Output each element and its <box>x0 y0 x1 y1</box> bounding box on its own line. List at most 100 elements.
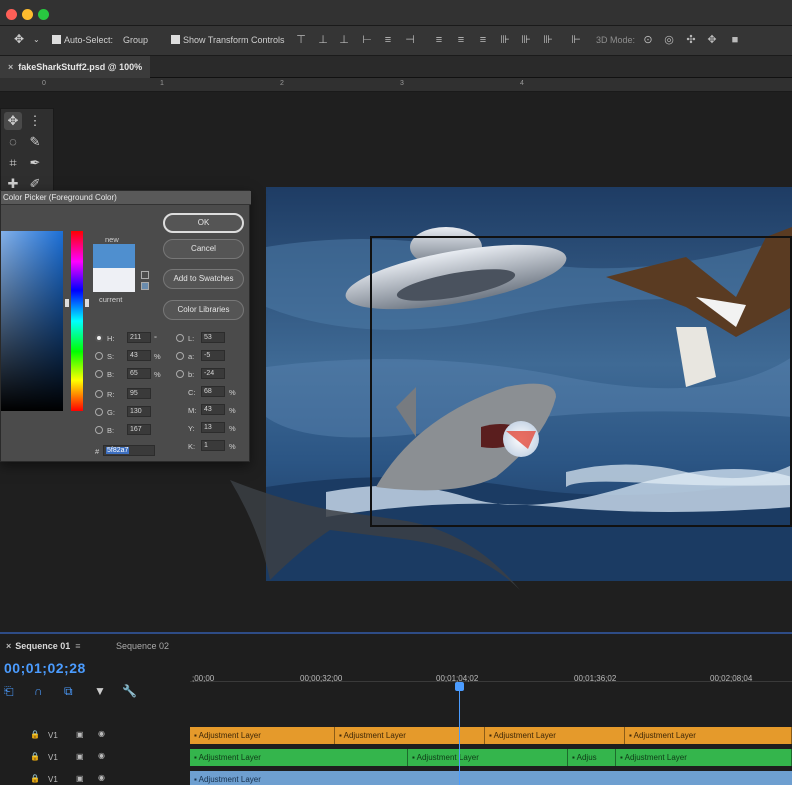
timeline-clip[interactable]: ▪ Adjustment Layer <box>190 771 792 785</box>
marquee-tool-icon[interactable]: ⋮ <box>26 112 44 130</box>
move-tool-icon[interactable]: ✥ <box>14 32 24 46</box>
align-top-icon[interactable]: ⊤ <box>296 34 306 46</box>
lab-b-field[interactable]: -24 <box>201 368 225 379</box>
auto-align-icon[interactable]: ⊩ <box>571 34 581 46</box>
drag-3d-icon[interactable]: ✣ <box>686 34 696 46</box>
tab-sequence-02[interactable]: Sequence 02 <box>116 641 169 651</box>
distribute-vcenter-icon[interactable]: ≡ <box>456 34 466 46</box>
nest-icon[interactable]: ⎗ <box>4 684 14 699</box>
distribute-bottom-icon[interactable]: ≡ <box>478 34 488 46</box>
timeline-clip[interactable]: ▪ Adjustment Layer <box>408 749 568 766</box>
menu-icon[interactable]: ≡ <box>75 641 80 651</box>
distribute-top-icon[interactable]: ≡ <box>434 34 444 46</box>
align-hcenter-icon[interactable]: ≡ <box>383 34 393 46</box>
lab-a-field[interactable]: -5 <box>201 350 225 361</box>
lab-l-radio[interactable] <box>176 334 184 342</box>
orbit-3d-icon[interactable]: ⊙ <box>643 34 653 46</box>
red-field[interactable]: 95 <box>127 388 151 399</box>
black-field[interactable]: 1 <box>201 440 225 451</box>
align-right-icon[interactable]: ⊣ <box>405 34 415 46</box>
magenta-field[interactable]: 43 <box>201 404 225 415</box>
cyan-field[interactable]: 68 <box>201 386 225 397</box>
clip-label: Adjustment Layer <box>624 753 687 762</box>
slide-3d-icon[interactable]: ✥ <box>707 34 717 46</box>
align-bottom-icon[interactable]: ⊥ <box>339 34 349 46</box>
show-transform-checkbox[interactable]: Show Transform Controls <box>171 35 285 45</box>
chevron-down-icon[interactable]: ⌄ <box>33 35 40 44</box>
lock-icon[interactable]: 🔒 <box>30 730 40 739</box>
horizontal-ruler: 0 1 2 3 4 <box>0 78 792 92</box>
snap-icon[interactable]: ∩ <box>34 684 43 698</box>
red-radio[interactable] <box>95 390 103 398</box>
lock-icon[interactable]: 🔒 <box>30 774 40 783</box>
align-vcenter-icon[interactable]: ⊥ <box>318 34 328 46</box>
wrench-icon[interactable]: 🔧 <box>122 684 137 698</box>
timeline-clip[interactable]: ▪ Adjustment Layer <box>485 727 625 744</box>
blue-radio[interactable] <box>95 426 103 434</box>
lock-icon[interactable]: 🔒 <box>30 752 40 761</box>
close-icon[interactable]: × <box>6 641 11 651</box>
brightness-field[interactable]: 65 <box>127 368 151 379</box>
timeline-clip[interactable]: ▪ Adjustment Layer <box>190 749 408 766</box>
saturation-radio[interactable] <box>95 352 103 360</box>
ok-button[interactable]: OK <box>163 213 244 233</box>
timeline-clip[interactable]: ▪ Adjustment Layer <box>335 727 485 744</box>
current-color-swatch[interactable] <box>93 268 135 292</box>
timeline-ruler[interactable]: ;00;00 00;00;32;00 00;01;04;02 00;01;36;… <box>190 662 792 683</box>
sync-lock-icon[interactable]: ▣ <box>76 730 84 739</box>
align-left-icon[interactable]: ⊢ <box>362 34 372 46</box>
hue-field[interactable]: 211 <box>127 332 151 343</box>
distribute-right-icon[interactable]: ⊪ <box>543 34 553 46</box>
lab-l-field[interactable]: 53 <box>201 332 225 343</box>
tab-sequence-01[interactable]: × Sequence 01 ≡ <box>6 641 81 651</box>
brightness-radio[interactable] <box>95 370 103 378</box>
playhead-line[interactable] <box>459 686 460 785</box>
timeline-clip[interactable]: ▪ Adjustment Layer <box>625 727 792 744</box>
auto-select-dropdown[interactable]: Group <box>123 35 148 45</box>
lasso-tool-icon[interactable]: ◌ <box>4 133 22 151</box>
close-window-button[interactable] <box>6 9 17 20</box>
green-radio[interactable] <box>95 408 103 416</box>
auto-select-checkbox[interactable]: Auto-Select: <box>52 35 113 45</box>
hue-slider-right-arrow[interactable] <box>85 299 89 307</box>
eyedropper-tool-icon[interactable]: ✒ <box>26 154 44 172</box>
lab-b-radio[interactable] <box>176 370 184 378</box>
blue-field[interactable]: 167 <box>127 424 151 435</box>
minimize-window-button[interactable] <box>22 9 33 20</box>
add-marker-icon[interactable]: ▼ <box>94 684 106 698</box>
crop-tool-icon[interactable]: ⌗ <box>4 154 22 172</box>
move-tool-icon[interactable]: ✥ <box>4 112 22 130</box>
zoom-window-button[interactable] <box>38 9 49 20</box>
saturation-field[interactable]: 43 <box>127 350 151 361</box>
hue-radio[interactable] <box>95 334 103 342</box>
timeline-clip[interactable]: ▪ Adjustment Layer <box>616 749 792 766</box>
distribute-hcenter-icon[interactable]: ⊪ <box>521 34 531 46</box>
timeline-clip[interactable]: ▪ Adjus <box>568 749 616 766</box>
scale-3d-icon[interactable]: ■ <box>730 34 740 46</box>
magic-wand-tool-icon[interactable]: ✎ <box>26 133 44 151</box>
sync-lock-icon[interactable]: ▣ <box>76 752 84 761</box>
hue-slider-left-arrow[interactable] <box>65 299 69 307</box>
linked-selection-icon[interactable]: ⧉ <box>64 684 73 699</box>
add-to-swatches-button[interactable]: Add to Swatches <box>163 269 244 289</box>
hue-slider[interactable] <box>71 231 83 411</box>
sync-lock-icon[interactable]: ▣ <box>76 774 84 783</box>
cancel-button[interactable]: Cancel <box>163 239 244 259</box>
color-field[interactable] <box>1 231 63 411</box>
green-field[interactable]: 130 <box>127 406 151 417</box>
document-tab[interactable]: × fakeSharkStuff2.psd @ 100% <box>0 56 151 78</box>
close-icon[interactable]: × <box>8 62 13 72</box>
timecode-display[interactable]: 00;01;02;28 <box>4 660 86 676</box>
hex-field[interactable]: 5f82a7 <box>103 445 155 456</box>
web-safe-cube-icon[interactable] <box>141 282 149 290</box>
distribute-left-icon[interactable]: ⊪ <box>500 34 510 46</box>
out-of-gamut-icon[interactable] <box>141 271 149 279</box>
roll-3d-icon[interactable]: ◎ <box>664 34 674 46</box>
eye-icon[interactable]: ◉ <box>98 729 105 738</box>
eye-icon[interactable]: ◉ <box>98 773 105 782</box>
color-libraries-button[interactable]: Color Libraries <box>163 300 244 320</box>
eye-icon[interactable]: ◉ <box>98 751 105 760</box>
lab-a-radio[interactable] <box>176 352 184 360</box>
yellow-field[interactable]: 13 <box>201 422 225 433</box>
timeline-clip[interactable]: ▪ Adjustment Layer <box>190 727 335 744</box>
